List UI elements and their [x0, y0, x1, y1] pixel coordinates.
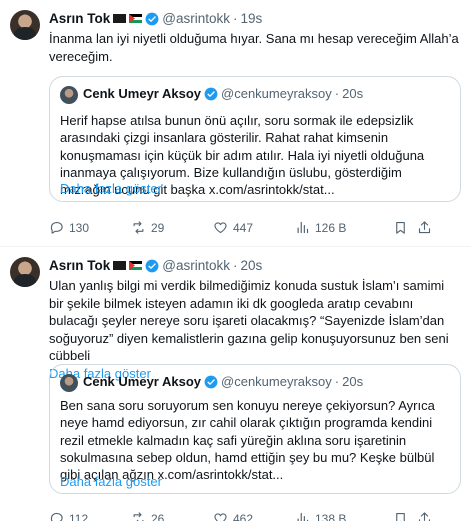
reply-button[interactable]: 130 — [49, 220, 131, 235]
action-bar: 130 29 447 126 B — [49, 220, 461, 235]
comment-icon — [50, 512, 63, 521]
quote-author-handle: @cenkumeyraksoy — [221, 86, 332, 101]
verified-badge-icon — [204, 87, 218, 100]
author-name[interactable]: Asrın Tok — [49, 11, 110, 26]
timestamp[interactable]: 20s — [241, 258, 263, 273]
heart-icon — [214, 222, 227, 234]
palestine-flag-icon — [129, 14, 143, 23]
black-flag-icon — [113, 261, 127, 270]
tweet[interactable]: Asrın Tok @asrintokk · 20s Ulan yanlış b… — [0, 247, 471, 521]
like-count: 447 — [233, 220, 254, 235]
palestine-flag-icon — [129, 261, 143, 270]
share-button[interactable] — [417, 511, 441, 521]
tweet-text: İnanma lan iyi niyetli olduğuma hıyar. S… — [49, 31, 459, 64]
repost-icon — [133, 512, 144, 521]
quote-header: Cenk Umeyr Aksoy @cenkumeyraksoy · 20s — [83, 86, 363, 101]
repost-count: 26 — [151, 511, 165, 521]
heart-icon — [214, 513, 227, 521]
views-button[interactable]: 126 B — [295, 220, 393, 235]
separator-dot: · — [334, 374, 340, 389]
show-more-link[interactable]: Daha fazla göster — [60, 181, 162, 196]
quote-author-handle: @cenkumeyraksoy — [221, 374, 332, 389]
black-flag-icon — [113, 14, 127, 23]
views-button[interactable]: 138 B — [295, 511, 393, 521]
view-count: 126 B — [315, 220, 347, 235]
timestamp[interactable]: 19s — [241, 11, 263, 26]
tweet[interactable]: Asrın Tok @asrintokk · 19s İnanma lan iy… — [0, 0, 471, 247]
quote-avatar — [60, 374, 78, 392]
comment-icon — [50, 221, 63, 234]
reply-button[interactable]: 112 — [49, 511, 131, 521]
author-handle[interactable]: @asrintokk — [162, 258, 230, 273]
verified-badge-icon[interactable] — [145, 12, 159, 26]
quote-timestamp: 20s — [342, 86, 364, 101]
quote-timestamp: 20s — [342, 374, 364, 389]
tweet-header: Asrın Tok @asrintokk · 20s — [49, 258, 262, 273]
tweet-header: Asrın Tok @asrintokk · 19s — [49, 11, 262, 26]
author-handle[interactable]: @asrintokk — [162, 11, 230, 26]
quote-text: Ben sana soru soruyorum sen konuyu nerey… — [60, 398, 435, 483]
show-more-link[interactable]: Daha fazla göster — [60, 474, 162, 489]
like-button[interactable]: 447 — [213, 220, 295, 235]
repost-icon — [133, 221, 144, 234]
share-icon — [418, 221, 431, 234]
views-chart-icon — [297, 512, 309, 521]
views-chart-icon — [297, 221, 309, 234]
reply-count: 112 — [69, 511, 89, 521]
quote-author-name: Cenk Umeyr Aksoy — [83, 86, 202, 101]
avatar[interactable] — [10, 257, 40, 287]
repost-count: 29 — [151, 220, 165, 235]
reply-count: 130 — [69, 220, 90, 235]
bookmark-icon — [396, 221, 405, 234]
quote-header: Cenk Umeyr Aksoy @cenkumeyraksoy · 20s — [83, 374, 363, 389]
verified-badge-icon — [204, 375, 218, 388]
separator-dot: · — [233, 258, 238, 273]
quote-avatar — [60, 86, 78, 104]
like-count: 462 — [233, 511, 254, 521]
quote-author-name: Cenk Umeyr Aksoy — [83, 374, 202, 389]
author-name[interactable]: Asrın Tok — [49, 258, 110, 273]
bookmark-button[interactable] — [393, 511, 417, 521]
separator-dot: · — [334, 86, 340, 101]
like-button[interactable]: 462 — [213, 511, 295, 521]
bookmark-button[interactable] — [393, 220, 417, 235]
bookmark-icon — [396, 512, 405, 521]
separator-dot: · — [233, 11, 238, 26]
view-count: 138 B — [315, 511, 347, 521]
quoted-tweet[interactable]: Cenk Umeyr Aksoy @cenkumeyraksoy · 20s B… — [49, 364, 461, 494]
repost-button[interactable]: 26 — [131, 511, 213, 521]
action-bar: 112 26 462 138 B — [49, 511, 461, 521]
share-button[interactable] — [417, 220, 441, 235]
quoted-tweet[interactable]: Cenk Umeyr Aksoy @cenkumeyraksoy · 20s H… — [49, 76, 461, 202]
verified-badge-icon[interactable] — [145, 259, 159, 273]
repost-button[interactable]: 29 — [131, 220, 213, 235]
avatar[interactable] — [10, 10, 40, 40]
share-icon — [418, 512, 431, 521]
tweet-text-content: Ulan yanlış bilgi mi verdik bilmediğimiz… — [49, 278, 449, 363]
